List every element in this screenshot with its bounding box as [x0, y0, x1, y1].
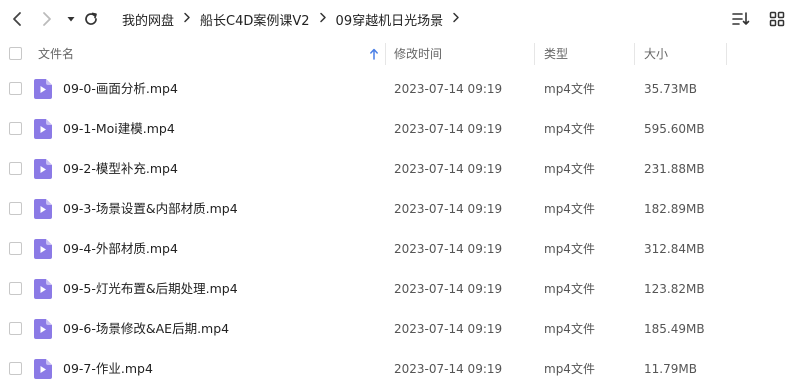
- video-file-icon: [34, 359, 52, 379]
- file-type: mp4文件: [544, 202, 595, 216]
- caret-down-icon[interactable]: [60, 8, 82, 30]
- file-type: mp4文件: [544, 122, 595, 136]
- table-row[interactable]: 09-2-模型补充.mp4 2023-07-14 09:19 mp4文件 231…: [0, 149, 799, 189]
- column-header-modified[interactable]: 修改时间: [394, 38, 442, 69]
- file-size: 35.73MB: [644, 82, 697, 96]
- video-file-icon: [34, 199, 52, 219]
- refresh-icon[interactable]: [80, 8, 102, 30]
- column-divider[interactable]: [726, 43, 727, 65]
- file-modified: 2023-07-14 09:19: [394, 82, 503, 96]
- column-divider[interactable]: [385, 43, 386, 65]
- chevron-left-icon[interactable]: [6, 8, 28, 30]
- breadcrumb-item-root[interactable]: 我的网盘: [122, 10, 174, 29]
- file-modified: 2023-07-14 09:19: [394, 362, 503, 376]
- video-file-icon: [34, 239, 52, 259]
- column-divider[interactable]: [634, 43, 635, 65]
- video-file-icon: [34, 159, 52, 179]
- breadcrumb-item-current[interactable]: 09穿越机日光场景: [336, 10, 444, 29]
- table-row[interactable]: 09-1-Moi建模.mp4 2023-07-14 09:19 mp4文件 59…: [0, 109, 799, 149]
- row-checkbox[interactable]: [9, 162, 22, 175]
- breadcrumb-item-course[interactable]: 船长C4D案例课V2: [200, 10, 310, 29]
- file-size: 595.60MB: [644, 122, 705, 136]
- table-row[interactable]: 09-6-场景修改&AE后期.mp4 2023-07-14 09:19 mp4文…: [0, 309, 799, 349]
- table-header: 文件名 修改时间 类型 大小: [0, 38, 799, 69]
- file-name[interactable]: 09-7-作业.mp4: [63, 349, 153, 389]
- file-size: 123.82MB: [644, 282, 705, 296]
- file-size: 185.49MB: [644, 322, 705, 336]
- file-size: 182.89MB: [644, 202, 705, 216]
- file-name[interactable]: 09-2-模型补充.mp4: [63, 149, 178, 189]
- column-divider[interactable]: [534, 43, 535, 65]
- sort-ascending-icon[interactable]: [369, 38, 379, 69]
- row-checkbox[interactable]: [9, 282, 22, 295]
- video-file-icon: [34, 319, 52, 339]
- table-row[interactable]: 09-5-灯光布置&后期处理.mp4 2023-07-14 09:19 mp4文…: [0, 269, 799, 309]
- file-type: mp4文件: [544, 242, 595, 256]
- file-size: 312.84MB: [644, 242, 705, 256]
- chevron-right-icon[interactable]: [452, 12, 460, 27]
- file-type: mp4文件: [544, 282, 595, 296]
- file-size: 231.88MB: [644, 162, 705, 176]
- file-modified: 2023-07-14 09:19: [394, 162, 503, 176]
- column-header-name[interactable]: 文件名: [38, 38, 74, 69]
- file-type: mp4文件: [544, 82, 595, 96]
- row-checkbox[interactable]: [9, 122, 22, 135]
- video-file-icon: [34, 79, 52, 99]
- file-modified: 2023-07-14 09:19: [394, 122, 503, 136]
- table-row[interactable]: 09-3-场景设置&内部材质.mp4 2023-07-14 09:19 mp4文…: [0, 189, 799, 229]
- file-modified: 2023-07-14 09:19: [394, 322, 503, 336]
- file-type: mp4文件: [544, 362, 595, 376]
- table-row[interactable]: 09-4-外部材质.mp4 2023-07-14 09:19 mp4文件 312…: [0, 229, 799, 269]
- select-all-checkbox[interactable]: [9, 47, 22, 60]
- column-header-size[interactable]: 大小: [644, 38, 668, 69]
- file-modified: 2023-07-14 09:19: [394, 282, 503, 296]
- row-checkbox[interactable]: [9, 82, 22, 95]
- video-file-icon: [34, 279, 52, 299]
- toolbar: 我的网盘 船长C4D案例课V2 09穿越机日光场景: [0, 0, 799, 38]
- file-name[interactable]: 09-3-场景设置&内部材质.mp4: [63, 189, 238, 229]
- sort-list-icon[interactable]: [731, 9, 751, 29]
- file-name[interactable]: 09-5-灯光布置&后期处理.mp4: [63, 269, 238, 309]
- table-row[interactable]: 09-7-作业.mp4 2023-07-14 09:19 mp4文件 11.79…: [0, 349, 799, 389]
- row-checkbox[interactable]: [9, 202, 22, 215]
- file-name[interactable]: 09-4-外部材质.mp4: [63, 229, 178, 269]
- chevron-right-icon: [183, 12, 191, 27]
- file-type: mp4文件: [544, 322, 595, 336]
- file-type: mp4文件: [544, 162, 595, 176]
- column-header-type[interactable]: 类型: [544, 38, 568, 69]
- chevron-right-icon[interactable]: [36, 8, 58, 30]
- file-name[interactable]: 09-1-Moi建模.mp4: [63, 109, 175, 149]
- file-name[interactable]: 09-0-画面分析.mp4: [63, 69, 178, 109]
- row-checkbox[interactable]: [9, 322, 22, 335]
- grid-view-icon[interactable]: [767, 9, 787, 29]
- chevron-right-icon: [319, 12, 327, 27]
- breadcrumb: 我的网盘 船长C4D案例课V2 09穿越机日光场景: [122, 0, 469, 38]
- file-modified: 2023-07-14 09:19: [394, 202, 503, 216]
- row-checkbox[interactable]: [9, 362, 22, 375]
- table-row[interactable]: 09-0-画面分析.mp4 2023-07-14 09:19 mp4文件 35.…: [0, 69, 799, 109]
- file-size: 11.79MB: [644, 362, 697, 376]
- row-checkbox[interactable]: [9, 242, 22, 255]
- file-name[interactable]: 09-6-场景修改&AE后期.mp4: [63, 309, 229, 349]
- video-file-icon: [34, 119, 52, 139]
- file-modified: 2023-07-14 09:19: [394, 242, 503, 256]
